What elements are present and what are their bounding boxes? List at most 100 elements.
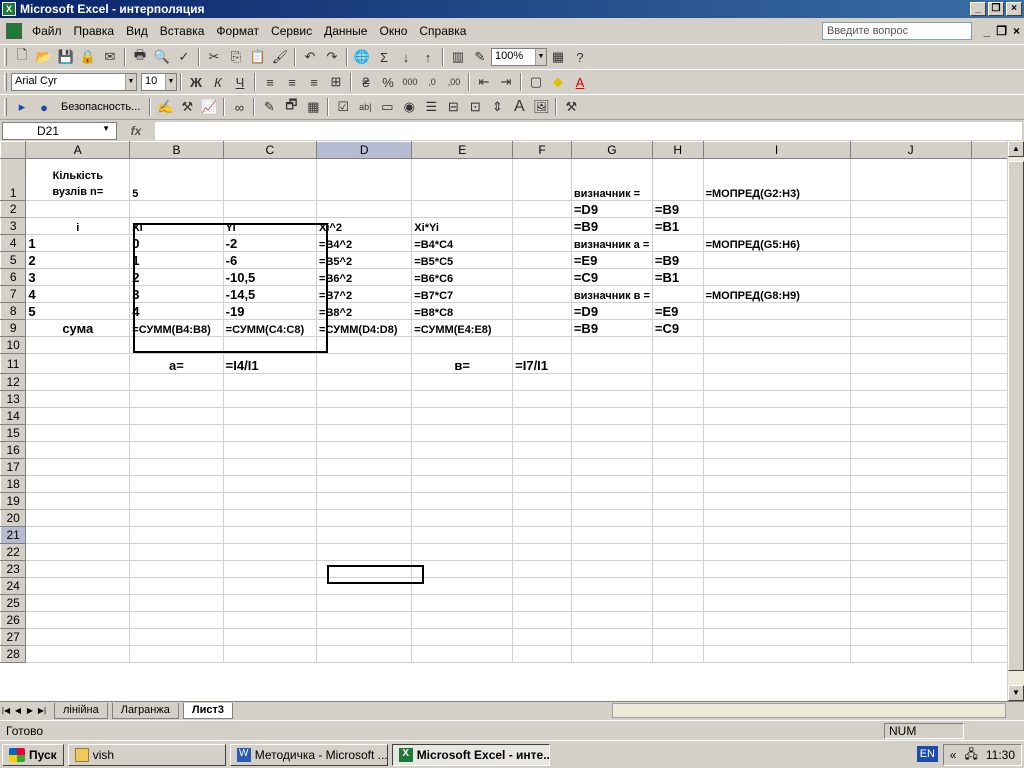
row-header[interactable]: 26 bbox=[0, 611, 27, 629]
sheet-tab[interactable]: лінійна bbox=[54, 702, 108, 719]
row-header-selected[interactable]: 21 bbox=[0, 526, 27, 544]
select-all-corner[interactable] bbox=[0, 141, 27, 159]
cell-h5[interactable]: =B9 bbox=[651, 251, 704, 269]
ask-question-input[interactable]: Введите вопрос bbox=[822, 22, 972, 40]
open-icon[interactable]: 📂 bbox=[33, 47, 55, 67]
col-header-j[interactable]: J bbox=[849, 141, 972, 159]
horizontal-scrollbar[interactable] bbox=[612, 703, 1006, 718]
font-color-icon[interactable]: A bbox=[569, 72, 591, 92]
prev-sheet-icon[interactable]: ◀ bbox=[12, 706, 24, 715]
doc-restore-button[interactable]: ❐ bbox=[996, 24, 1007, 38]
cell-c11[interactable]: =I4/I1 bbox=[222, 353, 318, 374]
row-header[interactable]: 3 bbox=[0, 217, 27, 235]
cell-b4[interactable]: 0 bbox=[129, 234, 224, 252]
underline-icon[interactable]: Ч bbox=[229, 72, 251, 92]
align-left-icon[interactable]: ≡ bbox=[259, 72, 281, 92]
align-right-icon[interactable]: ≡ bbox=[303, 72, 325, 92]
cell[interactable] bbox=[849, 158, 972, 201]
cell-i7[interactable]: =МОПРЕД(G8:H9) bbox=[702, 285, 851, 303]
redo-icon[interactable]: ↷ bbox=[321, 47, 343, 67]
hyperlink-icon[interactable]: 🌐 bbox=[351, 47, 373, 67]
cell-c6[interactable]: -10,5 bbox=[222, 268, 318, 286]
new-icon[interactable]: 🗋 bbox=[11, 47, 33, 67]
next-sheet-icon[interactable]: ▶ bbox=[24, 706, 36, 715]
close-button[interactable]: × bbox=[1006, 2, 1022, 16]
cell-g4[interactable]: визначник а = bbox=[570, 234, 653, 252]
row-header[interactable]: 12 bbox=[0, 373, 27, 391]
menu-window[interactable]: Окно bbox=[373, 24, 413, 38]
row-header[interactable]: 18 bbox=[0, 475, 27, 493]
form-grid-icon[interactable]: ▦ bbox=[302, 97, 324, 117]
col-header-f[interactable]: F bbox=[512, 141, 572, 159]
spinner-control-icon[interactable]: ⇕ bbox=[486, 97, 508, 117]
cell-b11[interactable]: а= bbox=[129, 353, 224, 374]
cell-b8[interactable]: 4 bbox=[129, 302, 224, 320]
cell-b7[interactable]: 3 bbox=[129, 285, 224, 303]
groupbox-control-icon[interactable]: ⊡ bbox=[464, 97, 486, 117]
row-header[interactable]: 6 bbox=[0, 268, 27, 286]
cell-d7[interactable]: =B7^2 bbox=[316, 285, 413, 303]
cell[interactable] bbox=[512, 158, 572, 201]
row-header[interactable]: 13 bbox=[0, 390, 27, 408]
cell-e8[interactable]: =B8*C8 bbox=[411, 302, 514, 320]
help-icon[interactable]: ? bbox=[569, 47, 591, 67]
menu-format[interactable]: Формат bbox=[210, 24, 265, 38]
cell-b9[interactable]: =СУММ(B4:B8) bbox=[129, 319, 224, 337]
row-header[interactable]: 24 bbox=[0, 577, 27, 595]
row-header[interactable]: 5 bbox=[0, 251, 27, 269]
cell-h3[interactable]: =B1 bbox=[651, 217, 704, 235]
drawing-icon[interactable]: ✎ bbox=[469, 47, 491, 67]
macro-icon[interactable]: ∞ bbox=[228, 97, 250, 117]
cell[interactable] bbox=[222, 158, 318, 201]
spreadsheet-grid[interactable]: A B C D E F G H I J 1 Кількість вузлів n=… bbox=[0, 141, 1024, 701]
increase-indent-icon[interactable]: ⇥ bbox=[495, 72, 517, 92]
chart-wizard-icon[interactable]: ▥ bbox=[447, 47, 469, 67]
textfield-control-icon[interactable]: ab| bbox=[354, 97, 376, 117]
row-header[interactable]: 17 bbox=[0, 458, 27, 476]
label-control-icon[interactable]: A bbox=[508, 97, 530, 117]
currency-icon[interactable]: ₴ bbox=[355, 72, 377, 92]
font-select[interactable]: Arial Cyr ▼ bbox=[11, 73, 137, 91]
doc-close-button[interactable]: × bbox=[1013, 24, 1020, 38]
cell-b6[interactable]: 2 bbox=[129, 268, 224, 286]
row-header[interactable]: 16 bbox=[0, 441, 27, 459]
form-view-icon[interactable]: 🗗 bbox=[280, 97, 302, 117]
minimize-button[interactable]: _ bbox=[970, 2, 986, 16]
listbox-control-icon[interactable]: ☰ bbox=[420, 97, 442, 117]
row-header[interactable]: 9 bbox=[0, 319, 27, 337]
col-header-a[interactable]: A bbox=[25, 141, 131, 159]
combobox-control-icon[interactable]: ⊟ bbox=[442, 97, 464, 117]
cell-h8[interactable]: =E9 bbox=[651, 302, 704, 320]
cell-b1[interactable]: 5 bbox=[129, 158, 224, 201]
checkbox-control-icon[interactable]: ☑ bbox=[332, 97, 354, 117]
scroll-up-icon[interactable]: ▲ bbox=[1008, 141, 1024, 157]
row-header[interactable]: 19 bbox=[0, 492, 27, 510]
row-header[interactable]: 23 bbox=[0, 560, 27, 578]
menu-help[interactable]: Справка bbox=[413, 24, 472, 38]
col-header-b[interactable]: B bbox=[129, 141, 224, 159]
start-button[interactable]: Пуск bbox=[2, 743, 64, 766]
cell-e5[interactable]: =B5*C5 bbox=[411, 251, 514, 269]
cell-g6[interactable]: =C9 bbox=[570, 268, 653, 286]
row-header[interactable]: 11 bbox=[0, 353, 27, 374]
cell-g2[interactable]: =D9 bbox=[570, 200, 653, 218]
cell-e7[interactable]: =B7*C7 bbox=[411, 285, 514, 303]
cell[interactable] bbox=[316, 158, 413, 201]
menu-file[interactable]: Файл bbox=[26, 24, 68, 38]
cut-icon[interactable]: ✂ bbox=[203, 47, 225, 67]
first-sheet-icon[interactable]: |◀ bbox=[0, 706, 12, 715]
align-center-icon[interactable]: ≡ bbox=[281, 72, 303, 92]
italic-icon[interactable]: К bbox=[207, 72, 229, 92]
spelling-icon[interactable]: ✓ bbox=[173, 47, 195, 67]
format-painter-icon[interactable]: 🖌 bbox=[269, 47, 291, 67]
scroll-down-icon[interactable]: ▼ bbox=[1008, 685, 1024, 701]
cell-h6[interactable]: =B1 bbox=[651, 268, 704, 286]
workbook-icon[interactable] bbox=[6, 23, 22, 39]
row-header[interactable]: 27 bbox=[0, 628, 27, 646]
formula-input[interactable] bbox=[155, 122, 1022, 140]
cell-e11[interactable]: в= bbox=[411, 353, 514, 374]
menu-tools[interactable]: Сервис bbox=[265, 24, 318, 38]
cell-d3[interactable]: Xi^2 bbox=[316, 217, 413, 235]
cell-c9[interactable]: =СУММ(C4:C8) bbox=[222, 319, 318, 337]
print-preview-icon[interactable]: 🔍 bbox=[151, 47, 173, 67]
